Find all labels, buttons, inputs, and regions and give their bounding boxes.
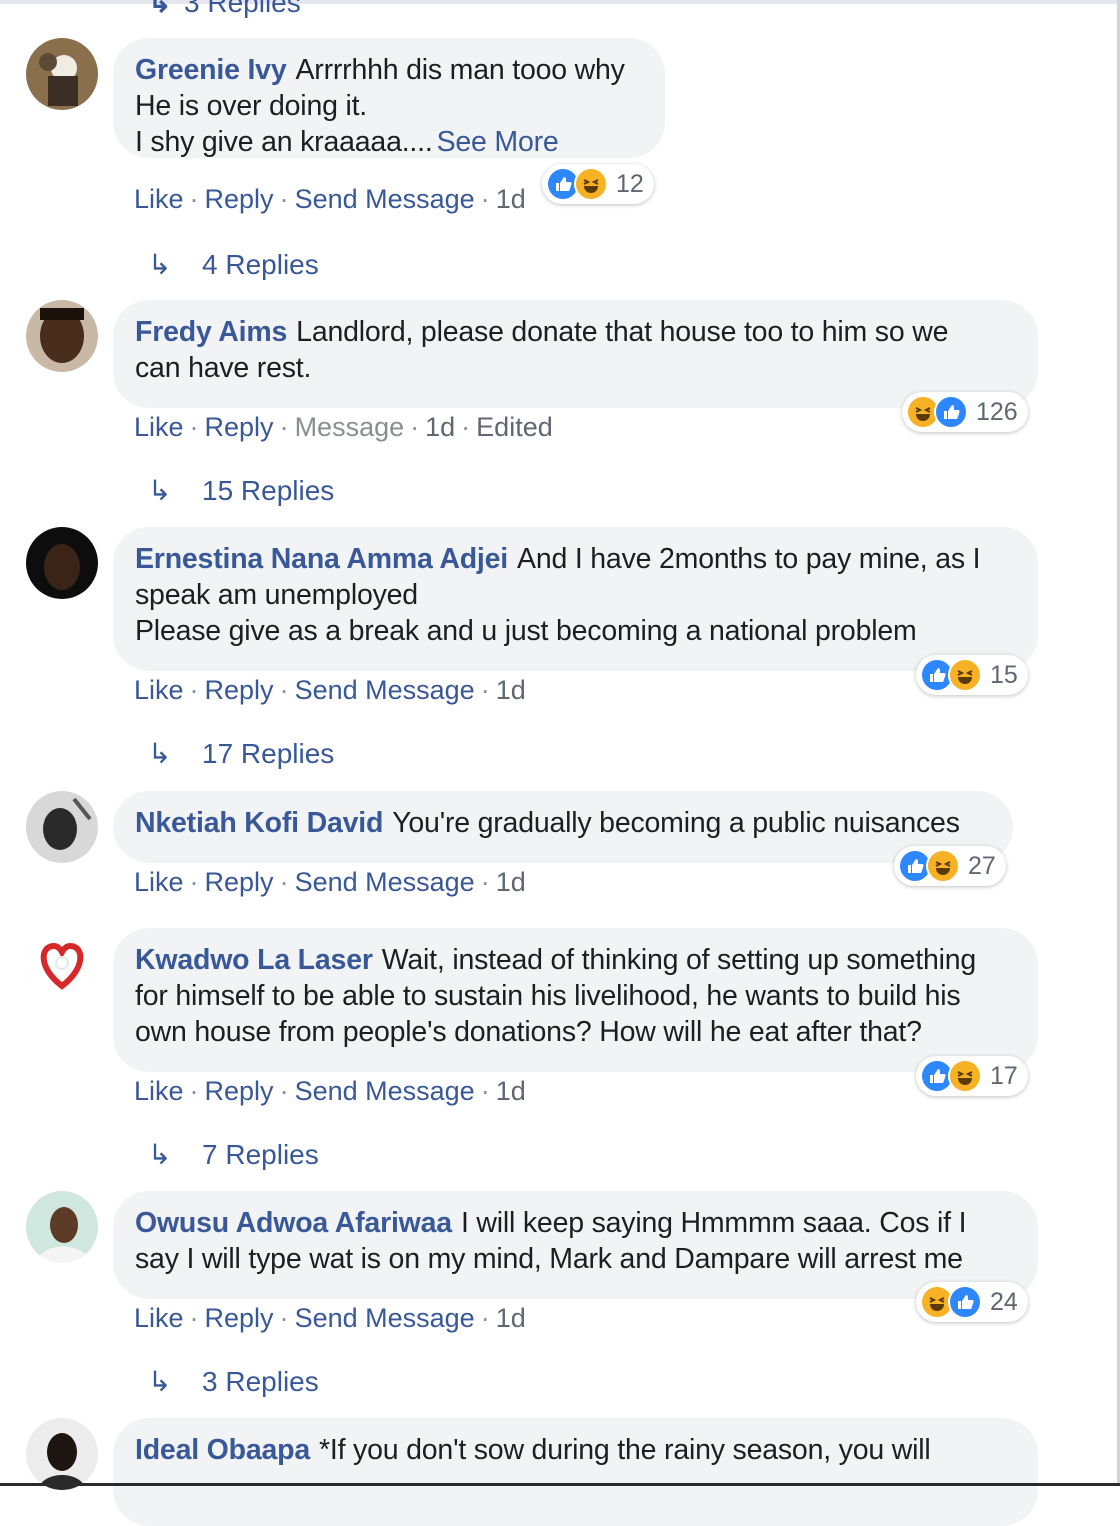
reply-link[interactable]: Reply [205, 412, 274, 442]
comment-author[interactable]: Ernestina Nana Amma Adjei [135, 543, 508, 575]
comment-actions: Like · Reply · Send Message · 1d [134, 1303, 526, 1333]
haha-reaction-icon [574, 167, 608, 201]
reply-link[interactable]: Reply [205, 675, 274, 705]
comment-time[interactable]: 1d [425, 412, 455, 442]
reply-link[interactable]: Reply [205, 184, 274, 214]
comment-actions: Like · Reply · Send Message · 1d [134, 675, 526, 705]
see-more-link[interactable]: See More [437, 126, 559, 158]
like-link[interactable]: Like [134, 184, 184, 214]
view-replies-link-partial[interactable]: ↳ 3 Replies [148, 0, 301, 19]
view-replies-link[interactable]: ↳ 17 Replies [148, 737, 334, 770]
reaction-summary[interactable]: 12 [542, 164, 654, 204]
edited-label: Edited [476, 412, 553, 442]
reaction-summary[interactable]: 15 [916, 655, 1028, 695]
comment-bubble: Ernestina Nana Amma Adjei And I have 2mon… [113, 527, 1038, 671]
like-link[interactable]: Like [134, 867, 184, 897]
comment-bubble: Ideal Obaapa *If you don't sow during the… [113, 1418, 1038, 1526]
comment-author[interactable]: Greenie Ivy [135, 54, 287, 86]
like-link[interactable]: Like [134, 412, 184, 442]
reply-arrow-icon: ↳ [148, 738, 172, 769]
send-message-link[interactable]: Send Message [295, 1303, 475, 1333]
comment-author[interactable]: Kwadwo La Laser [135, 944, 373, 976]
comment-time[interactable]: 1d [496, 184, 526, 214]
comment-actions: Like · Reply · Send Message · 1d [134, 867, 526, 897]
reaction-count: 27 [968, 851, 996, 880]
like-link[interactable]: Like [134, 1076, 184, 1106]
avatar[interactable] [26, 791, 98, 863]
like-link[interactable]: Like [134, 1303, 184, 1333]
reaction-summary[interactable]: 24 [916, 1282, 1028, 1322]
like-reaction-icon [934, 395, 968, 429]
comment-author[interactable]: Owusu Adwoa Afariwaa [135, 1207, 452, 1239]
haha-reaction-icon [948, 1059, 982, 1093]
comment-time[interactable]: 1d [496, 867, 526, 897]
view-replies-link[interactable]: ↳ 15 Replies [148, 474, 334, 507]
reaction-count: 15 [990, 660, 1018, 689]
reaction-count: 24 [990, 1287, 1018, 1316]
avatar[interactable] [26, 1418, 98, 1490]
message-link[interactable]: Message [295, 412, 405, 442]
view-replies-link[interactable]: ↳ 7 Replies [148, 1138, 319, 1171]
like-reaction-icon [948, 1285, 982, 1319]
avatar[interactable] [26, 38, 98, 110]
comment-actions: Like · Reply · Message · 1d · Edited [134, 412, 553, 442]
reply-arrow-icon: ↳ [148, 249, 172, 280]
comment-author[interactable]: Nketiah Kofi David [135, 807, 383, 839]
reply-link[interactable]: Reply [205, 1076, 274, 1106]
comment-bubble: Fredy Aims Landlord, please donate that h… [113, 300, 1038, 408]
reaction-summary[interactable]: 27 [894, 846, 1006, 886]
comment-bubble: Nketiah Kofi David You're gradually becom… [113, 791, 1013, 863]
reaction-count: 12 [616, 169, 644, 198]
reaction-count: 126 [976, 397, 1018, 426]
comment-text: You're gradually becoming a public nuisa… [392, 807, 960, 839]
view-replies-link[interactable]: ↳ 3 Replies [148, 1365, 319, 1398]
reply-link[interactable]: Reply [205, 1303, 274, 1333]
comment-time[interactable]: 1d [496, 1303, 526, 1333]
comment-time[interactable]: 1d [496, 1076, 526, 1106]
reply-arrow-icon: ↳ [148, 475, 172, 506]
comment-bubble: Greenie Ivy Arrrrhhh dis man tooo why He … [113, 38, 665, 158]
avatar[interactable] [26, 527, 98, 599]
haha-reaction-icon [926, 849, 960, 883]
comment-actions: Like · Reply · Send Message · 1d [134, 184, 526, 214]
send-message-link[interactable]: Send Message [295, 867, 475, 897]
reaction-summary[interactable]: 126 [902, 392, 1028, 432]
view-replies-link[interactable]: ↳ 4 Replies [148, 248, 319, 281]
like-link[interactable]: Like [134, 675, 184, 705]
send-message-link[interactable]: Send Message [295, 1076, 475, 1106]
comment-author[interactable]: Ideal Obaapa [135, 1434, 310, 1466]
comment-time[interactable]: 1d [496, 675, 526, 705]
send-message-link[interactable]: Send Message [295, 184, 475, 214]
reaction-count: 17 [990, 1061, 1018, 1090]
comment-author[interactable]: Fredy Aims [135, 316, 287, 348]
reaction-summary[interactable]: 17 [916, 1056, 1028, 1096]
reply-arrow-icon: ↳ [148, 1366, 172, 1397]
avatar[interactable] [26, 928, 98, 1000]
haha-reaction-icon [948, 658, 982, 692]
avatar[interactable] [26, 300, 98, 372]
comment-bubble: Owusu Adwoa Afariwaa I will keep saying H… [113, 1191, 1038, 1299]
avatar[interactable] [26, 1191, 98, 1263]
comment-actions: Like · Reply · Send Message · 1d [134, 1076, 526, 1106]
reply-arrow-icon: ↳ [148, 0, 172, 18]
comment-text: *If you don't sow during the rainy seaso… [319, 1434, 931, 1466]
send-message-link[interactable]: Send Message [295, 675, 475, 705]
comment-bubble: Kwadwo La Laser Wait, instead of thinking… [113, 928, 1038, 1072]
reply-link[interactable]: Reply [205, 867, 274, 897]
reply-arrow-icon: ↳ [148, 1139, 172, 1170]
